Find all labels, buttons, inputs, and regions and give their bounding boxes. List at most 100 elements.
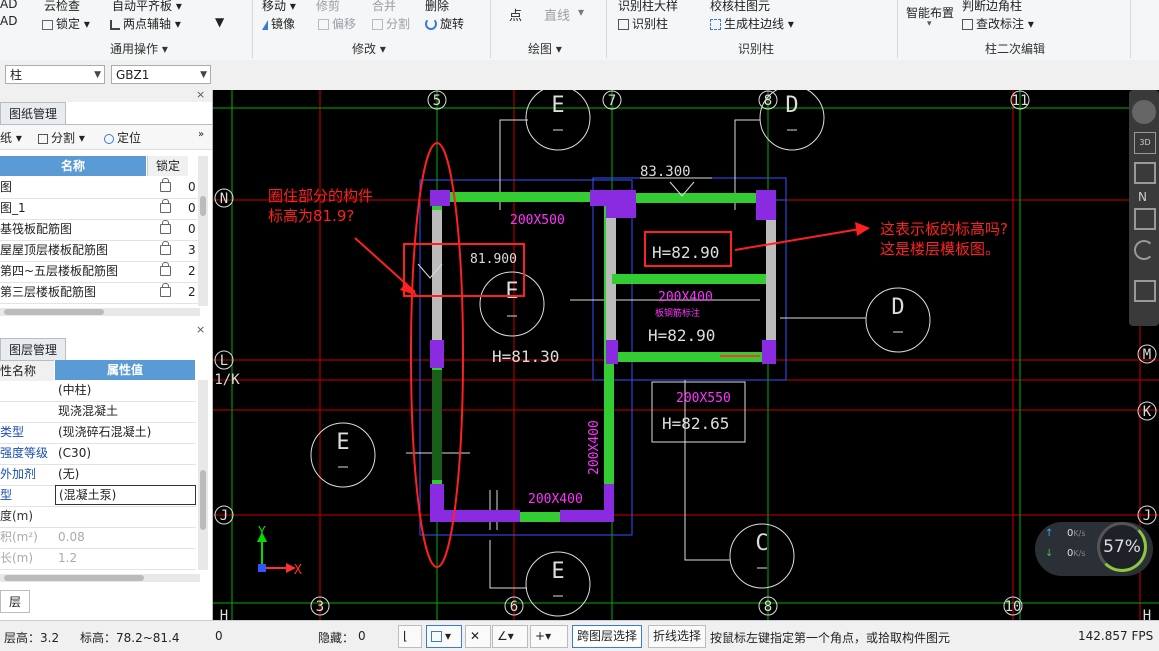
drawing-svg: 5 7 8 11 3 6 8 10 N L 1/K J H N M K J H … bbox=[213, 90, 1159, 620]
axis-left-j: J bbox=[220, 508, 228, 524]
more-icon[interactable]: » bbox=[198, 129, 204, 140]
network-widget: ↑ 0K/s ↓ 0K/s 57% bbox=[1035, 522, 1153, 576]
list-item[interactable]: 第四~五层楼板配筋图 2 bbox=[0, 261, 200, 283]
property-row[interactable]: 现浇混凝土 bbox=[0, 401, 196, 423]
col-name-header[interactable]: 名称 bbox=[0, 156, 146, 176]
paper-button[interactable]: 纸 ▾ bbox=[0, 129, 22, 146]
cross-layer-select-button[interactable]: 跨图层选择 bbox=[572, 625, 643, 648]
scrollbar[interactable] bbox=[198, 156, 208, 306]
element-toolbar: 柱 ▼ GBZ1 ▼ bbox=[0, 60, 1159, 91]
identify-column-button[interactable]: 识别柱 bbox=[618, 15, 668, 32]
lock-icon[interactable] bbox=[160, 178, 171, 192]
smart-layout-dropdown[interactable]: ▾ bbox=[927, 19, 932, 29]
judge-edge-button[interactable]: 判断边角柱 bbox=[962, 0, 1022, 14]
scrollbar[interactable] bbox=[198, 380, 208, 570]
lock-icon bbox=[42, 20, 53, 30]
col-prop-name-header[interactable]: 性名称 bbox=[0, 360, 54, 381]
cross-button[interactable]: ✕ bbox=[465, 625, 491, 648]
chevron-down-icon: ▼ bbox=[94, 70, 101, 80]
cube-icon[interactable] bbox=[1134, 162, 1156, 184]
col-lock-header[interactable]: 锁定 bbox=[147, 156, 188, 176]
lock-icon[interactable] bbox=[160, 199, 171, 213]
list-item[interactable]: 图0 bbox=[0, 177, 200, 199]
close-icon[interactable]: × bbox=[196, 88, 205, 101]
angle-button[interactable]: ∠▾ bbox=[492, 625, 528, 648]
gen-column-edge-button[interactable]: 生成柱边线 ▾ bbox=[710, 15, 794, 32]
property-row[interactable]: 外加剂 (无) bbox=[0, 464, 196, 486]
north-icon[interactable]: N bbox=[1138, 190, 1147, 204]
check-label-button[interactable]: 查改标注 ▾ bbox=[962, 15, 1034, 32]
lock-icon[interactable] bbox=[160, 241, 171, 255]
two-point-axis-button[interactable]: 两点辅轴 ▾ bbox=[110, 15, 181, 32]
line-button[interactable]: 直线 bbox=[544, 5, 570, 24]
col-prop-value-header[interactable]: 属性值 bbox=[55, 360, 195, 380]
tab-layer-manage[interactable]: 图层管理 bbox=[0, 338, 67, 360]
type-combo[interactable]: 柱 ▼ bbox=[5, 65, 105, 84]
lock-icon[interactable] bbox=[160, 283, 171, 297]
cpu-gauge: 57% bbox=[1097, 522, 1147, 572]
list-item[interactable]: 第三层楼板配筋图 2 bbox=[0, 282, 200, 304]
identify-column-table-button[interactable]: 识别柱大样 bbox=[618, 0, 678, 14]
axis-left-l: L bbox=[220, 353, 228, 369]
cloud-check-button[interactable]: 云检查 bbox=[44, 0, 80, 14]
axis-top-8: 8 bbox=[764, 93, 772, 109]
svg-text:E: E bbox=[551, 93, 564, 118]
group-general: 通用操作 ▾ bbox=[110, 42, 168, 56]
axis-right-k: K bbox=[1143, 404, 1152, 420]
pump-input[interactable]: (混凝土泵) bbox=[55, 485, 196, 505]
lock-icon[interactable] bbox=[160, 220, 171, 234]
cad-canvas[interactable]: 5 7 8 11 3 6 8 10 N L 1/K J H N M K J H … bbox=[213, 90, 1159, 620]
filter-icon[interactable]: ▼ bbox=[215, 15, 224, 29]
ribbon-ad[interactable]: AD bbox=[0, 0, 17, 11]
split-drawing-button[interactable]: 分割 ▾ bbox=[38, 129, 85, 146]
list-item[interactable]: 屋屋顶层楼板配筋图 3 bbox=[0, 240, 200, 262]
axis-top-7: 7 bbox=[608, 93, 616, 109]
move-button[interactable]: 移动 ▾ bbox=[262, 0, 296, 14]
property-row[interactable]: 长(m) 1.2 bbox=[0, 548, 196, 570]
ortho-button[interactable]: ⌊ bbox=[398, 625, 422, 648]
property-row[interactable]: 型 (混凝土泵) bbox=[0, 485, 196, 507]
property-row[interactable]: 积(m²) 0.08 bbox=[0, 527, 196, 549]
tab-drawing-manage[interactable]: 图纸管理 bbox=[0, 102, 67, 124]
split-button[interactable]: 分割 bbox=[372, 15, 410, 32]
drawing-actions: 纸 ▾ 分割 ▾ 定位 » bbox=[0, 124, 212, 150]
h-scrollbar[interactable] bbox=[0, 308, 200, 316]
check-column-detail-button[interactable]: 校核柱图元 bbox=[710, 0, 770, 14]
property-row[interactable]: 强度等级 (C30) bbox=[0, 443, 196, 465]
more-draw-icon[interactable]: ▾ bbox=[578, 5, 584, 19]
name-combo[interactable]: GBZ1 ▼ bbox=[111, 65, 211, 84]
point-button[interactable]: 点 bbox=[509, 5, 522, 24]
svg-text:83.300: 83.300 bbox=[640, 164, 691, 180]
delete-button[interactable]: 删除 bbox=[425, 0, 449, 14]
trim-button[interactable]: 修剪 bbox=[316, 0, 340, 14]
layers-icon[interactable] bbox=[1134, 280, 1156, 302]
locate-icon bbox=[104, 134, 114, 144]
merge-button[interactable]: 合并 bbox=[372, 0, 396, 14]
property-row[interactable]: (中柱) bbox=[0, 380, 196, 402]
group-modify: 修改 ▾ bbox=[352, 42, 386, 56]
list-item[interactable]: 基筏板配筋图 0 bbox=[0, 219, 200, 241]
property-row[interactable]: 类型 (现浇碎石混凝土) bbox=[0, 422, 196, 444]
split-icon bbox=[372, 19, 383, 30]
polyline-select-button[interactable]: 折线选择 bbox=[648, 625, 707, 648]
box-icon[interactable] bbox=[1134, 208, 1156, 230]
list-item[interactable]: 图_1 0 bbox=[0, 198, 200, 220]
property-row[interactable]: 度(m) bbox=[0, 506, 196, 528]
mirror-button[interactable]: 镜像 bbox=[262, 15, 295, 32]
snap-button[interactable]: +▾ bbox=[530, 625, 568, 648]
tab-layer[interactable]: 层 bbox=[0, 590, 31, 613]
lock-icon[interactable] bbox=[160, 262, 171, 276]
rotate-button[interactable]: 旋转 bbox=[425, 15, 464, 32]
sphere-icon[interactable] bbox=[1132, 100, 1156, 124]
select-mode-button[interactable]: ▾ bbox=[426, 625, 462, 648]
rotate-view-icon[interactable] bbox=[1134, 240, 1154, 260]
lock-button[interactable]: 锁定 ▾ bbox=[42, 15, 90, 32]
download-icon: ↓ bbox=[1045, 548, 1054, 559]
3d-icon[interactable]: 3D bbox=[1134, 132, 1156, 154]
close-icon[interactable]: × bbox=[196, 323, 205, 336]
view-toolbar: 3D N bbox=[1129, 90, 1159, 326]
h-scrollbar[interactable] bbox=[0, 574, 200, 582]
locate-button[interactable]: 定位 bbox=[104, 129, 141, 146]
flatten-button[interactable]: 自动平齐板 ▾ bbox=[112, 0, 182, 14]
offset-button[interactable]: 偏移 bbox=[318, 15, 356, 32]
